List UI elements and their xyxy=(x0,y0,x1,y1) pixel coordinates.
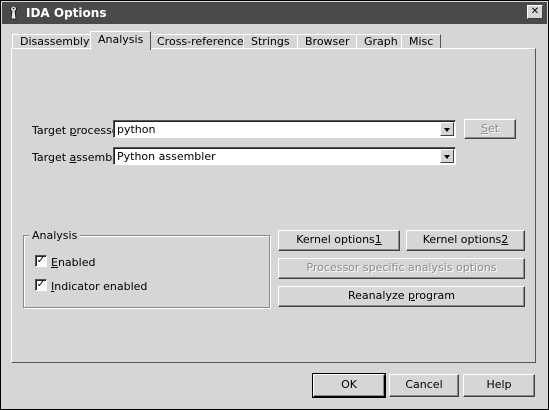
tab-misc[interactable]: Misc xyxy=(401,34,442,49)
kernel-options-2-button[interactable]: Kernel options2 xyxy=(406,230,525,251)
ida-options-dialog: IDA Options ✕ Disassembly Analysis Cross… xyxy=(0,0,549,410)
set-processor-button[interactable]: Set xyxy=(464,119,516,139)
tab-label: Analysis xyxy=(98,33,144,46)
checkmark-icon: ✓ xyxy=(36,279,46,290)
indicator-enabled-label[interactable]: Indicator enabled xyxy=(51,280,147,293)
enabled-label[interactable]: Enabled xyxy=(51,256,95,269)
checkmark-icon: ✓ xyxy=(36,255,46,266)
chevron-down-icon[interactable] xyxy=(440,149,454,163)
tab-strings[interactable]: Strings xyxy=(243,34,298,49)
target-processor-label: Target processor xyxy=(32,124,124,137)
tab-label: Misc xyxy=(409,35,434,48)
analysis-groupbox: Analysis xyxy=(23,229,270,308)
target-assembler-combo[interactable]: Python assembler xyxy=(113,147,456,165)
tab-label: Browser xyxy=(305,35,350,48)
title-bar[interactable]: IDA Options ✕ xyxy=(2,2,547,24)
window-title: IDA Options xyxy=(26,6,107,20)
cancel-button[interactable]: Cancel xyxy=(389,374,459,397)
tab-analysis[interactable]: Analysis xyxy=(90,31,152,50)
tab-label: Graph xyxy=(364,35,398,48)
ok-button[interactable]: OK xyxy=(312,373,386,398)
indicator-enabled-checkbox[interactable]: ✓ xyxy=(35,279,47,291)
help-button[interactable]: Help xyxy=(463,374,535,397)
close-icon: ✕ xyxy=(530,6,540,17)
target-processor-value: python xyxy=(117,123,156,136)
analysis-panel xyxy=(11,48,536,363)
group-title: Analysis xyxy=(29,229,81,242)
tab-browser[interactable]: Browser xyxy=(297,34,358,49)
chevron-down-icon[interactable] xyxy=(440,122,454,136)
enabled-checkbox[interactable]: ✓ xyxy=(35,255,47,267)
target-processor-combo[interactable]: python xyxy=(113,120,456,138)
tab-label: Strings xyxy=(251,35,290,48)
tab-label: Disassembly xyxy=(20,35,90,48)
target-assembler-value: Python assembler xyxy=(117,150,216,163)
processor-specific-options-button[interactable]: Processor specific analysis options xyxy=(278,258,525,279)
reanalyze-program-button[interactable]: Reanalyze program xyxy=(278,286,525,307)
tab-disassembly[interactable]: Disassembly xyxy=(12,34,98,49)
tab-cross-references[interactable]: Cross-references xyxy=(149,34,258,49)
tab-label: Cross-references xyxy=(157,35,250,48)
ida-app-icon xyxy=(10,5,17,20)
tab-graph[interactable]: Graph xyxy=(356,34,406,49)
close-button[interactable]: ✕ xyxy=(527,5,543,19)
kernel-options-1-button[interactable]: Kernel options1 xyxy=(278,230,400,251)
